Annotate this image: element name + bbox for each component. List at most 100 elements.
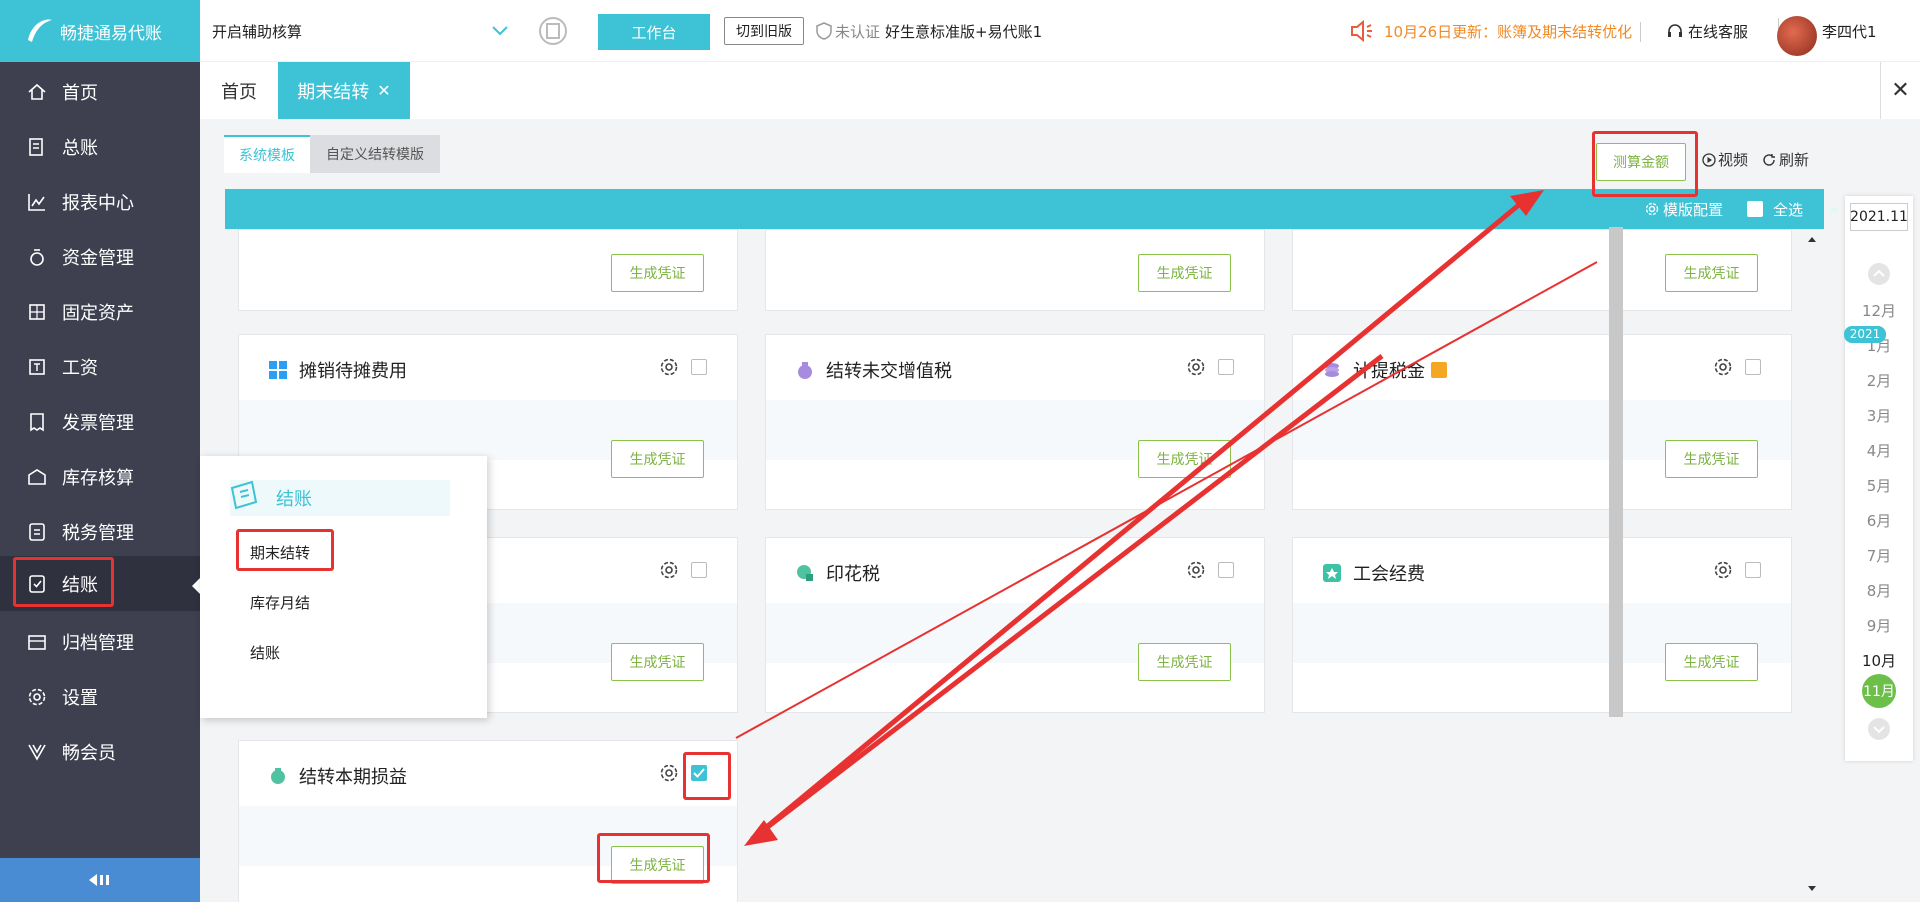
generate-voucher-button[interactable]: 生成凭证 <box>1665 643 1758 681</box>
vertical-scrollbar[interactable] <box>1805 234 1819 894</box>
card-title-text: 结转本期损益 <box>299 767 407 788</box>
gear-icon[interactable] <box>1186 357 1206 377</box>
menu-item-closing[interactable]: 结账 <box>250 642 280 663</box>
generate-voucher-button[interactable]: 生成凭证 <box>611 440 704 478</box>
sidebar-item-invoice[interactable]: 发票管理 <box>0 394 200 449</box>
scroll-down-circle-icon[interactable] <box>1867 717 1891 741</box>
sidebar-item-label: 发票管理 <box>62 412 134 434</box>
user-name[interactable]: 李四代1 <box>1822 0 1877 62</box>
sidebar-item-salary[interactable]: 工资 <box>0 339 200 394</box>
card-checkbox[interactable] <box>1745 359 1761 375</box>
chevron-down-icon[interactable] <box>492 0 508 62</box>
video-link[interactable]: 视频 <box>1702 149 1748 170</box>
gen-label: 生成凭证 <box>629 655 686 671</box>
sidebar-item-inventory[interactable]: 库存核算 <box>0 449 200 504</box>
refresh-link[interactable]: 刷新 <box>1762 149 1809 170</box>
month-item[interactable]: 10月 <box>1845 650 1913 671</box>
scroll-up-circle-icon[interactable] <box>1867 262 1891 286</box>
gear-icon <box>1645 202 1659 216</box>
month-item[interactable]: 5月 <box>1845 475 1913 496</box>
gear-icon[interactable] <box>659 357 679 377</box>
unverified-label: 未认证 <box>835 22 881 41</box>
gen-label: 生成凭证 <box>629 452 686 468</box>
month-item[interactable]: 8月 <box>1845 580 1913 601</box>
select-all-checkbox[interactable]: 全选 <box>1747 189 1803 229</box>
card-checkbox[interactable] <box>691 359 707 375</box>
close-icon[interactable]: ✕ <box>377 81 390 100</box>
home-icon <box>26 81 48 103</box>
headset-icon <box>1668 24 1682 37</box>
scroll-up-icon[interactable] <box>1805 234 1819 244</box>
tab-period-end-transfer[interactable]: 期末结转 ✕ <box>278 62 410 119</box>
company-name[interactable]: 好生意标准版+易代账1 <box>885 0 1042 62</box>
month-item[interactable]: 9月 <box>1845 615 1913 636</box>
double-chevron-right-icon[interactable]: » <box>1829 189 1838 229</box>
card-checkbox[interactable] <box>1218 359 1234 375</box>
profit-icon <box>271 768 285 784</box>
workbench-button[interactable]: 工作台 <box>598 14 710 50</box>
sidebar-item-funds[interactable]: 资金管理 <box>0 229 200 284</box>
logo-icon <box>28 19 52 42</box>
sidebar-item-tax[interactable]: 税务管理 <box>0 504 200 559</box>
generate-voucher-button[interactable]: 生成凭证 <box>611 254 704 292</box>
month-item-selected[interactable]: 11月 <box>1862 674 1896 708</box>
unverified-status[interactable]: 未认证 <box>816 0 880 62</box>
tab-home[interactable]: 首页 <box>200 62 278 119</box>
generate-voucher-button[interactable]: 生成凭证 <box>1138 440 1231 478</box>
assist-accounting-toggle[interactable]: 开启辅助核算 <box>212 0 302 62</box>
month-item[interactable]: 7月 <box>1845 545 1913 566</box>
switch-old-version-button[interactable]: 切到旧版 <box>724 17 804 45</box>
card-title-text: 工会经费 <box>1353 564 1425 585</box>
scroll-down-icon[interactable] <box>1805 884 1819 894</box>
gear-icon[interactable] <box>1713 357 1733 377</box>
company-label: 好生意标准版+易代账1 <box>885 22 1043 41</box>
card-accrue-tax: 计提税金 生成凭证 <box>1292 334 1792 510</box>
month-item[interactable]: 12月 <box>1845 300 1913 321</box>
card-checkbox[interactable] <box>1218 562 1234 578</box>
card-title-text: 计提税金 <box>1353 361 1425 382</box>
card-checkbox[interactable] <box>1745 562 1761 578</box>
month-item[interactable]: 4月 <box>1845 440 1913 461</box>
generate-voucher-button[interactable]: 生成凭证 <box>1138 643 1231 681</box>
sidebar-item-archive[interactable]: 归档管理 <box>0 614 200 669</box>
sidebar-item-home[interactable]: 首页 <box>0 64 200 119</box>
card-title: 结转本期损益 <box>269 763 407 789</box>
gen-label: 生成凭证 <box>1683 655 1740 671</box>
card-checkbox[interactable] <box>691 562 707 578</box>
sidebar-item-label: 总账 <box>62 137 98 159</box>
gear-icon[interactable] <box>659 560 679 580</box>
generate-voucher-button[interactable]: 生成凭证 <box>1138 254 1231 292</box>
month-item[interactable]: 6月 <box>1845 510 1913 531</box>
gear-icon[interactable] <box>1713 560 1733 580</box>
sidebar-item-label: 设置 <box>62 687 98 709</box>
gear-icon[interactable] <box>659 763 679 783</box>
month-item[interactable]: 2月 <box>1845 370 1913 391</box>
period-input[interactable]: 2021.11 <box>1850 203 1908 231</box>
month-item[interactable]: 3月 <box>1845 405 1913 426</box>
avatar[interactable] <box>1777 16 1817 56</box>
menu-item-inventory-month-close[interactable]: 库存月结 <box>250 592 310 613</box>
announcement-text: 10月26日更新：账簿及期末结转优化 <box>1384 22 1633 41</box>
generate-voucher-button[interactable]: 生成凭证 <box>1665 254 1758 292</box>
generate-voucher-button[interactable]: 生成凭证 <box>611 643 704 681</box>
sidebar-item-assets[interactable]: 固定资产 <box>0 284 200 339</box>
popup-arrow <box>192 578 200 594</box>
tab-system-template[interactable]: 系统模板 <box>224 135 310 173</box>
month-label: 4月 <box>1866 442 1892 460</box>
close-all-tabs-button[interactable]: ✕ <box>1880 62 1920 119</box>
calendar-icon[interactable] <box>538 0 568 62</box>
sidebar-item-ledger[interactable]: 总账 <box>0 119 200 174</box>
tab-custom-template[interactable]: 自定义结转模版 <box>310 135 440 173</box>
card-title: 计提税金 <box>1323 357 1447 383</box>
announcement[interactable]: 10月26日更新：账簿及期末结转优化 <box>1350 0 1632 62</box>
sidebar-item-vip[interactable]: 畅会员 <box>0 724 200 779</box>
collapse-sidebar-button[interactable] <box>0 858 200 902</box>
sidebar-item-reports[interactable]: 报表中心 <box>0 174 200 229</box>
scrollbar-thumb[interactable] <box>1609 227 1623 717</box>
generate-voucher-button[interactable]: 生成凭证 <box>1665 440 1758 478</box>
online-service[interactable]: 在线客服 <box>1666 0 1748 62</box>
brand-logo[interactable]: 畅捷通易代账 <box>0 0 200 62</box>
gear-icon[interactable] <box>1186 560 1206 580</box>
checkbox[interactable] <box>1747 201 1763 217</box>
sidebar-item-settings[interactable]: 设置 <box>0 669 200 724</box>
